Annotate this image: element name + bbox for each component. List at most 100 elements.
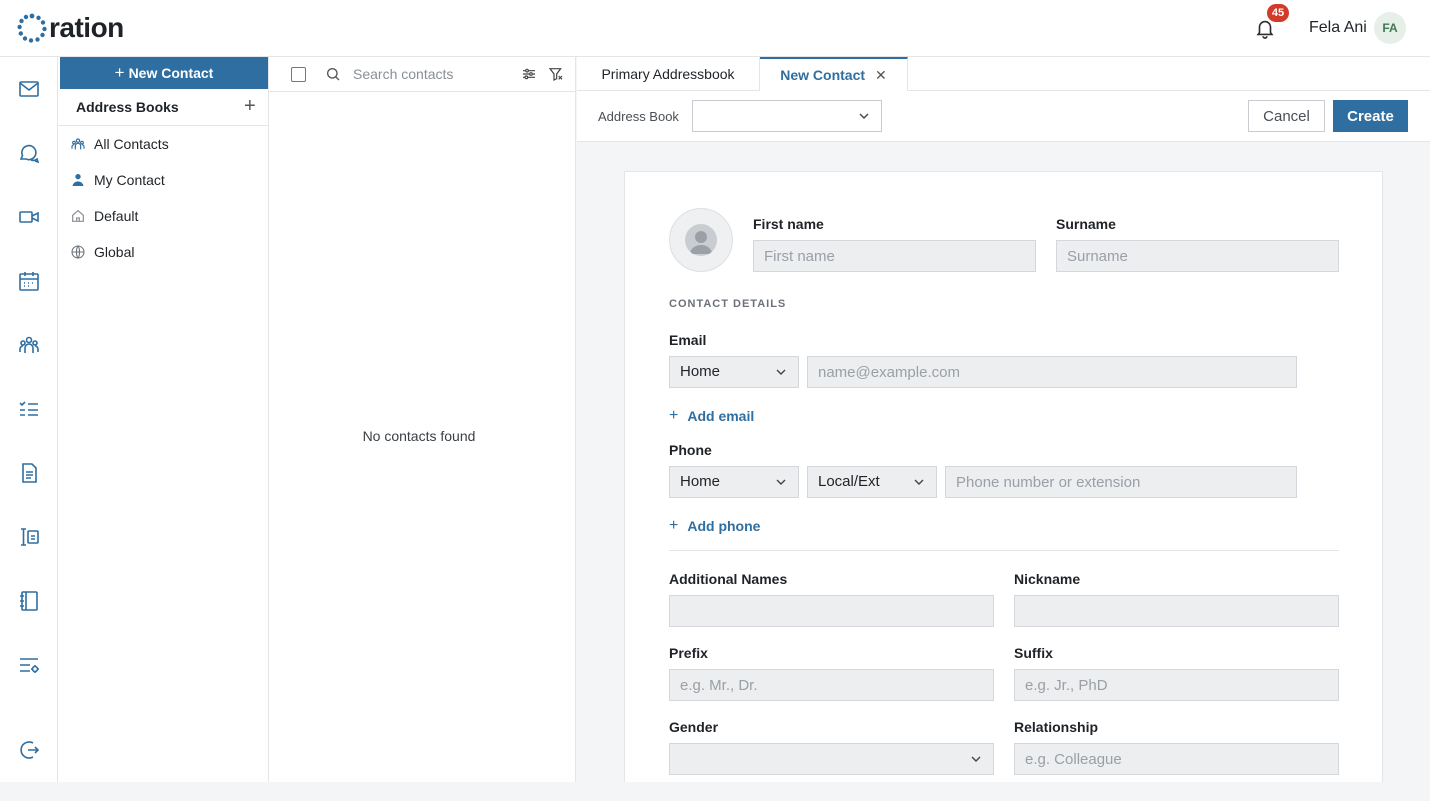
contact-form-card: First name Surname CONTACT DETAILS Email…: [624, 171, 1383, 791]
sliders-icon[interactable]: [521, 66, 537, 82]
logout-icon[interactable]: [17, 738, 41, 762]
addressbook-item-label: My Contact: [94, 172, 165, 188]
tab-new-contact[interactable]: New Contact ✕: [760, 57, 908, 91]
tab-primary-addressbook[interactable]: Primary Addressbook: [577, 57, 760, 91]
user-avatar[interactable]: FA: [1374, 12, 1406, 44]
add-email-button[interactable]: + Add email: [669, 407, 754, 425]
add-phone-label: Add phone: [687, 518, 761, 534]
relationship-label: Relationship: [1014, 719, 1099, 735]
contact-details-heading: CONTACT DETAILS: [669, 298, 787, 310]
contacts-icon[interactable]: [17, 333, 41, 357]
address-books-panel: + New Contact Address Books + All Contac…: [58, 57, 269, 782]
contact-photo-placeholder[interactable]: [669, 208, 733, 272]
email-label: Email: [669, 332, 707, 348]
app-rail: [0, 57, 58, 782]
additional-names-field[interactable]: [669, 595, 994, 627]
search-input[interactable]: [353, 62, 503, 86]
suffix-field[interactable]: [1014, 669, 1339, 701]
tasks-icon[interactable]: [17, 397, 41, 421]
close-icon[interactable]: ✕: [875, 67, 887, 84]
mail-icon[interactable]: [17, 77, 41, 101]
form-area: First name Surname CONTACT DETAILS Email…: [577, 142, 1430, 791]
address-books-header: Address Books +: [58, 89, 268, 126]
surname-field[interactable]: [1056, 240, 1339, 272]
nickname-label: Nickname: [1014, 571, 1081, 587]
contact-list-panel: No contacts found: [269, 57, 576, 782]
chevron-down-icon: [776, 369, 786, 375]
filter-clear-icon[interactable]: [548, 66, 564, 82]
chevron-down-icon: [971, 756, 981, 762]
section-divider: [669, 550, 1339, 551]
address-books-title: Address Books: [76, 99, 179, 115]
phone-kind-select[interactable]: Local/Ext: [807, 466, 937, 498]
prefix-field[interactable]: [669, 669, 994, 701]
new-contact-label: New Contact: [128, 65, 214, 81]
email-type-select[interactable]: Home: [669, 356, 799, 388]
globe-icon: [71, 245, 85, 259]
top-bar: ration 45 Fela Ani FA: [0, 0, 1430, 57]
contact-list-toolbar: [269, 57, 576, 92]
plus-icon: +: [669, 517, 679, 534]
addressbook-item-label: All Contacts: [94, 136, 169, 152]
document-icon[interactable]: [17, 461, 41, 485]
notebook-icon[interactable]: [17, 589, 41, 613]
avatar-placeholder-icon: [685, 224, 717, 256]
tab-label: New Contact: [780, 67, 866, 83]
tab-label: Primary Addressbook: [601, 66, 735, 82]
address-book-select[interactable]: [692, 100, 882, 132]
calendar-icon[interactable]: [17, 269, 41, 293]
addressbook-item-label: Global: [94, 244, 135, 260]
empty-list-message: No contacts found: [362, 428, 476, 444]
add-email-label: Add email: [687, 408, 755, 424]
create-button[interactable]: Create: [1333, 100, 1408, 132]
address-book-label: Address Book: [598, 109, 679, 124]
bottom-strip: [0, 782, 1430, 801]
phone-type-select[interactable]: Home: [669, 466, 799, 498]
new-contact-button[interactable]: + New Contact: [60, 57, 268, 89]
first-name-label: First name: [753, 216, 824, 232]
tab-bar: Primary Addressbook New Contact ✕: [577, 57, 1430, 91]
chat-icon[interactable]: [17, 141, 41, 165]
phone-kind-value: Local/Ext: [818, 473, 880, 490]
person-icon: [72, 174, 84, 186]
plus-icon: +: [669, 407, 679, 424]
settings-list-icon[interactable]: [17, 653, 41, 677]
gender-label: Gender: [669, 719, 719, 735]
app-logo[interactable]: ration: [16, 10, 124, 46]
chevron-down-icon: [859, 113, 869, 119]
addressbook-item-label: Default: [94, 208, 139, 224]
surname-label: Surname: [1056, 216, 1116, 232]
chevron-down-icon: [776, 479, 786, 485]
notifications-badge: 45: [1267, 4, 1289, 22]
gender-select[interactable]: [669, 743, 994, 775]
addressbook-item-default[interactable]: Default: [58, 200, 268, 232]
nickname-field[interactable]: [1014, 595, 1339, 627]
addressbook-item-all-contacts[interactable]: All Contacts: [58, 128, 268, 160]
relationship-field[interactable]: [1014, 743, 1339, 775]
addressbook-item-global[interactable]: Global: [58, 236, 268, 268]
people-icon: [71, 138, 85, 150]
select-all-checkbox[interactable]: [291, 67, 306, 82]
phone-field[interactable]: [945, 466, 1297, 498]
form-toolbar: Address Book Cancel Create: [577, 91, 1430, 142]
phone-label: Phone: [669, 442, 712, 458]
phone-type-value: Home: [680, 473, 721, 490]
logo-mark-icon: [17, 13, 47, 43]
video-icon[interactable]: [17, 205, 41, 229]
cancel-button[interactable]: Cancel: [1248, 100, 1325, 132]
logo-text: ration: [49, 12, 124, 43]
addressbook-item-my-contact[interactable]: My Contact: [58, 164, 268, 196]
home-icon: [72, 209, 84, 222]
add-phone-button[interactable]: + Add phone: [669, 517, 760, 535]
search-icon: [327, 68, 340, 81]
additional-names-label: Additional Names: [669, 571, 788, 587]
email-type-value: Home: [680, 363, 721, 380]
chevron-down-icon: [914, 479, 924, 485]
add-address-book-icon[interactable]: +: [244, 95, 256, 118]
user-name[interactable]: Fela Ani: [1309, 19, 1367, 37]
email-field[interactable]: [807, 356, 1297, 388]
forms-icon[interactable]: [17, 525, 41, 549]
prefix-label: Prefix: [669, 645, 708, 661]
first-name-field[interactable]: [753, 240, 1036, 272]
plus-icon: +: [114, 63, 125, 82]
